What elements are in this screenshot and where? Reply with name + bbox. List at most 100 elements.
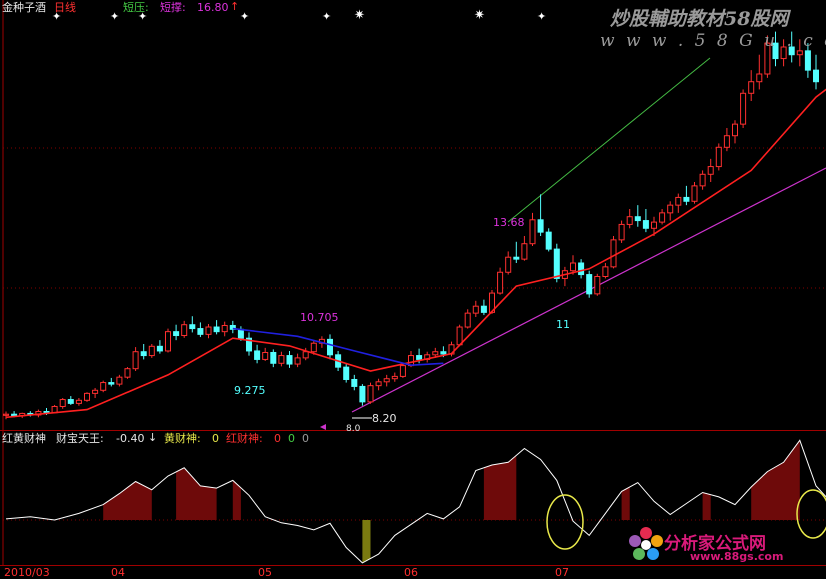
support-arrow-icon: ↑ — [230, 0, 240, 13]
candle-body — [75, 399, 82, 404]
candle-body — [440, 351, 447, 355]
candle-body — [278, 355, 285, 364]
candle-body — [505, 256, 512, 273]
candle-body — [691, 185, 698, 202]
candle-body — [723, 135, 730, 148]
star-marker-icon: ✦ — [240, 10, 250, 23]
candle-body — [124, 368, 131, 378]
candle-body — [197, 328, 204, 335]
support-value: 16.80 — [197, 1, 229, 14]
candle-body — [618, 223, 625, 241]
candle-body — [812, 69, 820, 83]
candle-body — [270, 351, 277, 364]
candle-body — [310, 342, 317, 353]
indicator-area — [702, 492, 711, 520]
candle-body — [351, 378, 358, 387]
yellow-value: 0 — [212, 432, 219, 445]
candle-body — [545, 231, 552, 250]
indicator-area — [362, 520, 371, 563]
brand-url: www.88gs.com — [690, 550, 784, 563]
candle-body — [464, 312, 471, 328]
candle-body — [642, 220, 649, 229]
candle-body — [205, 326, 212, 335]
candle-body — [756, 73, 763, 83]
candle-body — [602, 266, 609, 278]
indicator-name[interactable]: 红黄财神 — [2, 432, 46, 445]
candle-body — [529, 219, 536, 245]
candle-body — [2, 413, 10, 416]
king-value: -0.40 — [116, 432, 145, 445]
watermark-url: w w w . 5 8 G u . c o m — [600, 31, 826, 51]
annotation-bottom: 8.20 — [372, 412, 397, 425]
xaxis-label: 04 — [111, 566, 125, 579]
king-arrow-icon: ↓ — [148, 431, 158, 444]
candle-body — [804, 50, 811, 71]
candle-body — [383, 378, 390, 383]
candle-body — [626, 216, 633, 225]
candle-body — [326, 338, 334, 356]
annotation-retest: 11 — [556, 318, 570, 331]
xaxis-label: 06 — [404, 566, 418, 579]
candle-body — [553, 248, 560, 279]
star-marker-icon: ✷ — [354, 8, 365, 23]
stock-chart[interactable] — [0, 0, 826, 579]
star-marker-icon: ✦ — [138, 10, 148, 23]
candle-body — [731, 123, 739, 137]
candle-body — [569, 262, 577, 272]
candle-body — [675, 196, 682, 206]
candle-body — [156, 345, 163, 352]
candle-body — [667, 204, 674, 214]
candle-body — [148, 345, 155, 357]
candle-body — [67, 399, 74, 404]
candle-body — [594, 276, 601, 295]
annotation-bottom-small: 8.0 — [346, 424, 361, 434]
candle-body — [100, 382, 107, 391]
candle-body — [472, 305, 479, 314]
candle-body — [83, 392, 91, 401]
candle-body — [343, 366, 350, 380]
candle-body — [683, 196, 690, 202]
candle-body — [699, 173, 706, 187]
candle-body — [173, 331, 180, 337]
annotation-peak: 13.68 — [493, 216, 525, 229]
candle-body — [740, 92, 747, 125]
candle-body — [302, 351, 309, 359]
annotation-mid-high: 10.705 — [300, 311, 339, 324]
extra-value-1: 0 — [288, 432, 295, 445]
stock-name: 金种子酒 — [2, 1, 46, 14]
candle-body — [416, 355, 423, 360]
support-label: 短撑: — [160, 1, 186, 14]
candle-body — [294, 357, 301, 365]
candle-body — [707, 166, 714, 175]
candle-body — [610, 239, 617, 268]
candle-body — [480, 305, 487, 313]
candle-body — [513, 256, 520, 260]
candle-body — [659, 212, 666, 223]
candle-body — [715, 146, 722, 168]
candle-body — [132, 351, 139, 370]
candle-body — [796, 50, 803, 56]
candle-body — [108, 382, 115, 385]
xaxis-label: 05 — [258, 566, 272, 579]
candle-body — [367, 385, 374, 403]
candle-body — [181, 324, 188, 337]
candle-body — [92, 389, 99, 394]
candle-body — [164, 331, 172, 352]
candle-body — [140, 351, 147, 357]
xaxis-label: 2010/03 — [4, 566, 50, 579]
star-marker-icon: ✦ — [110, 10, 120, 23]
candle-body — [497, 271, 504, 294]
yellow-label: 黄财神: — [164, 432, 201, 445]
candle-body — [116, 376, 123, 385]
xaxis-label: 07 — [555, 566, 569, 579]
candle-body — [586, 274, 593, 295]
candle-body — [578, 262, 585, 276]
candle-body — [748, 81, 755, 94]
candle-body — [11, 413, 18, 417]
star-marker-icon: ✦ — [322, 10, 332, 23]
candle-body — [213, 326, 220, 333]
star-marker-icon: ✷ — [474, 8, 485, 23]
candle-body — [391, 375, 398, 380]
candle-body — [286, 355, 293, 365]
candle-body — [59, 399, 66, 407]
